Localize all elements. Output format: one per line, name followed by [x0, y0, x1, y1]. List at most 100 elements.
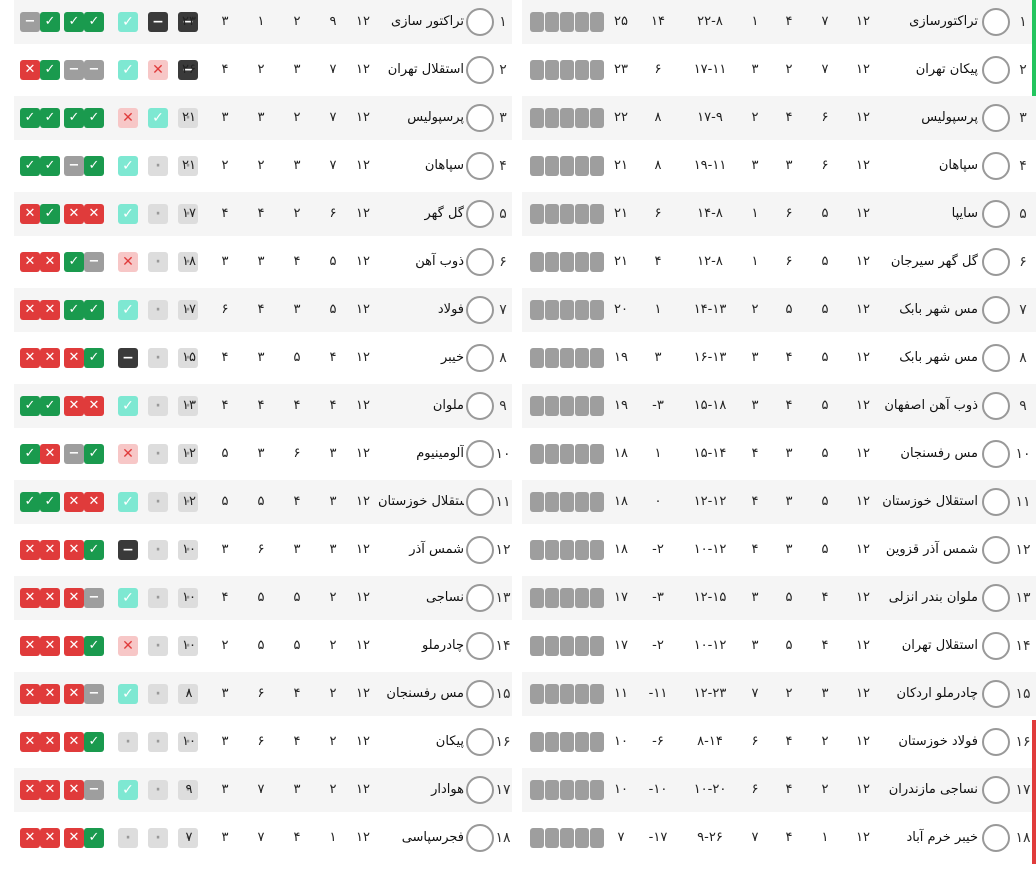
cell-played: ۱۲ — [856, 686, 870, 701]
form-result-badge — [545, 444, 559, 464]
table-row[interactable]: ۲۵ ۱۴ ۲۲-۸ ۱ ۴ ۷ ۱۲ تراکتورسازی ۱ — [522, 0, 1036, 48]
table-row[interactable]: ✕ ✕ ✓ ✓ ✓ · · ۱۷ ۶ ۴ ۳ ۵ ۱۲ فولاد ۷ — [14, 288, 512, 332]
table-row[interactable]: ۱۸ -۲ ۱۰-۱۲ ۴ ۳ ۵ ۱۲ شمس آذر قزوین ۱۲ — [522, 528, 1036, 572]
form-result-badge: ✓ — [84, 12, 104, 32]
table-row[interactable]: ۷ -۱۷ ۹-۲۶ ۷ ۴ ۱ ۱۲ خیبر خرم آباد ۱۸ — [522, 816, 1036, 864]
team-name: پیکان تهران — [915, 62, 978, 77]
team-name: استقلال تهران — [387, 62, 464, 77]
table-row[interactable]: ۱۰ -۶ ۸-۱۴ ۶ ۴ ۲ ۱۲ فولاد خوزستان ۱۶ — [522, 720, 1036, 768]
cell-points: ۲۵ — [614, 14, 628, 29]
team-logo-icon — [982, 776, 1010, 804]
form-result-badge: ✕ — [64, 636, 84, 656]
table-row[interactable]: ۲۳ ۶ ۱۷-۱۱ ۳ ۲ ۷ ۱۲ پیکان تهران ۲ — [522, 48, 1036, 96]
cell-draws: ۲ — [785, 686, 793, 701]
rank-number: ۱۵ — [1015, 686, 1031, 702]
cell-draws: ۶ — [293, 446, 301, 461]
table-row[interactable]: ✕ ✕ ✓ − ✕ · · ۱۸ ۳ ۳ ۴ ۵ ۱۲ ذوب آهن ۶ — [14, 240, 512, 284]
cell-goals: ۱۰-۱۲ — [693, 542, 727, 557]
cell-goals: ۱۲-۲۳ — [693, 686, 727, 701]
table-row[interactable]: ✕ ✕ ✕ − ✓ · · ۸ ۳ ۶ ۴ ۲ ۱۲ مس رفسنجان ۱۵ — [14, 672, 512, 716]
cell-goal-difference: -۱۷ — [648, 830, 668, 845]
cell-losses: ۲ — [751, 302, 759, 317]
form-result-badge — [590, 540, 604, 560]
table-row[interactable]: ✕ ✓ ✕ ✕ ✓ · · ۱۷ ۴ ۴ ۲ ۶ ۱۲ گل گهر ۵ — [14, 192, 512, 236]
table-row[interactable]: ۱۹ ۳ ۱۶-۱۳ ۳ ۴ ۵ ۱۲ مس شهر بابک ۸ — [522, 336, 1036, 380]
rank-number: ۷ — [1019, 302, 1027, 318]
form-result-badge: ✓ — [64, 300, 84, 320]
table-row[interactable]: ۲۰ ۱ ۱۴-۱۳ ۲ ۵ ۵ ۱۲ مس شهر بابک ۷ — [522, 288, 1036, 332]
cell-losses: ۵ — [257, 590, 265, 605]
table-row[interactable]: ۱۹ -۳ ۱۵-۱۸ ۳ ۴ ۵ ۱۲ ذوب آهن اصفهان ۹ — [522, 384, 1036, 428]
team-logo-icon — [466, 8, 494, 36]
table-row[interactable]: ۱۰ -۱۰ ۱۰-۲۰ ۶ ۴ ۲ ۱۲ نساجی مازندران ۱۷ — [522, 768, 1036, 816]
table-row[interactable]: ✕ ✕ ✕ − ✓ · · ۹ ۳ ۷ ۳ ۲ ۱۲ هوادار ۱۷ — [14, 768, 512, 812]
cell-wins: ۱ — [821, 830, 829, 845]
cell-played: ۱۲ — [856, 158, 870, 173]
rank-number: ۱۸ — [1015, 830, 1031, 846]
form-result-badge — [575, 492, 589, 512]
cell-points: ۲۲ — [614, 110, 628, 125]
form-result-badge — [530, 684, 544, 704]
cell-losses: ۱ — [257, 14, 265, 29]
cell-played: ۱۲ — [356, 14, 370, 29]
table-row[interactable]: ۲۱ ۴ ۱۲-۸ ۱ ۶ ۵ ۱۲ گل گهر سیرجان ۶ — [522, 240, 1036, 284]
cell-wins: ۲ — [821, 782, 829, 797]
table-row[interactable]: ۲۱ ۶ ۱۴-۸ ۱ ۶ ۵ ۱۲ سایپا ۵ — [522, 192, 1036, 236]
table-row[interactable]: ✓ ✓ − ✓ ✓ · · ۲۱ ۲ ۲ ۳ ۷ ۱۲ سپاهان ۴ — [14, 144, 512, 188]
cell-goals: ۱۴-۱۳ — [693, 302, 727, 317]
cell-wins: ۵ — [821, 254, 829, 269]
table-row[interactable]: ✕ ✕ ✕ − ✓ · · ۱۰ ۴ ۵ ۵ ۲ ۱۲ نساجی ۱۳ — [14, 576, 512, 620]
table-row[interactable]: ✕ ✕ ✕ ✓ − · · ۱۵ ۴ ۳ ۵ ۴ ۱۲ خیبر ۸ — [14, 336, 512, 380]
form-result-badge: ✕ — [40, 252, 60, 272]
table-row[interactable]: ۱۸ ۰ ۱۲-۱۲ ۴ ۳ ۵ ۱۲ استقلال خوزستان ۱۱ — [522, 480, 1036, 524]
team-logo-icon — [466, 344, 494, 372]
table-row[interactable]: ✕ ✕ ✕ ✓ · · · ۷ ۳ ۷ ۴ ۱ ۱۲ فجرسپاسی ۱۸ — [14, 816, 512, 860]
form-result-badge: ✕ — [84, 492, 104, 512]
table-row[interactable]: − ✓ ✓ ✓ ✓ − −۲۳ ۳ ۱ ۲ ۹ ۱۲ تراکتور سازی ۱ — [14, 0, 512, 44]
table-row[interactable]: ✕ ✕ ✕ ✓ · · · ۱۰ ۳ ۶ ۴ ۲ ۱۲ پیکان ۱۶ — [14, 720, 512, 764]
team-name: نساجی مازندران — [888, 782, 978, 797]
table-row[interactable]: ۲۱ ۸ ۱۹-۱۱ ۳ ۳ ۶ ۱۲ سپاهان ۴ — [522, 144, 1036, 188]
cell-points: ۲۰ — [614, 302, 628, 317]
form-result-badge — [545, 300, 559, 320]
form-result-badge — [575, 588, 589, 608]
cell-wins: ۷ — [329, 158, 337, 173]
form-result-badge — [545, 108, 559, 128]
cell-goals-for: ۴ — [221, 590, 229, 605]
team-name: ذوب آهن اصفهان — [884, 398, 978, 413]
cell-played: ۱۲ — [356, 734, 370, 749]
table-row[interactable]: ۱۱ -۱۱ ۱۲-۲۳ ۷ ۲ ۳ ۱۲ چادرملو اردکان ۱۵ — [522, 672, 1036, 716]
table-row[interactable]: ✓ ✓ ✓ ✓ ✕ ✓ · ۲۱ ۳ ۳ ۲ ۷ ۱۲ پرسپولیس ۳ — [14, 96, 512, 140]
table-row[interactable]: ✕ ✓ − − ✓ ✕ −۲۶ ۴ ۲ ۳ ۷ ۱۲ استقلال تهران ۲ — [14, 48, 512, 92]
cell-draws: ۵ — [293, 350, 301, 365]
form-result-badge: ✕ — [64, 348, 84, 368]
table-row[interactable]: ۱۸ ۱ ۱۵-۱۴ ۴ ۳ ۵ ۱۲ مس رفسنجان ۱۰ — [522, 432, 1036, 476]
form-result-badge — [590, 444, 604, 464]
cell-losses: ۳ — [751, 590, 759, 605]
form-result-badge: ✓ — [118, 300, 138, 320]
table-row[interactable]: ۱۷ -۲ ۱۰-۱۲ ۳ ۵ ۴ ۱۲ استقلال تهران ۱۴ — [522, 624, 1036, 668]
table-row[interactable]: ۱۷ -۳ ۱۲-۱۵ ۳ ۵ ۴ ۱۲ ملوان بندر انزلی ۱۳ — [522, 576, 1036, 620]
cell-goal-difference: ۸ — [654, 110, 662, 125]
form-result-badge — [575, 300, 589, 320]
form-result-badge: ✕ — [64, 540, 84, 560]
table-row[interactable]: ✓✓✕✕✓··۱۲۵۵۴۳۱۲استقلال خوزستان۱۱ — [14, 480, 512, 524]
cell-draws: ۶ — [785, 254, 793, 269]
team-logo-icon — [466, 392, 494, 420]
team-logo-icon — [982, 56, 1010, 84]
cell-goals: ۱۴-۸ — [697, 206, 723, 221]
cell-goals: ۱۶-۱۳ — [693, 350, 727, 365]
form-result-badge: ✓ — [118, 396, 138, 416]
cell-played: ۱۲ — [856, 830, 870, 845]
form-result-badge — [590, 348, 604, 368]
form-result-badge: ✓ — [118, 588, 138, 608]
table-row[interactable]: ✓ ✓ ✕ ✕ ✓ · · ۱۳ ۴ ۴ ۴ ۴ ۱۲ ملوان ۹ — [14, 384, 512, 428]
table-row[interactable]: ✕ ✕ ✕ ✓ ✕ · · ۱۰ ۲ ۵ ۵ ۲ ۱۲ چادرملو ۱۴ — [14, 624, 512, 668]
cell-wins: ۲ — [329, 734, 337, 749]
cell-wins: ۶ — [821, 158, 829, 173]
form-result-badge — [545, 60, 559, 80]
table-row[interactable]: ✓ ✕ − ✓ ✕ · · ۱۲ ۵ ۳ ۶ ۳ ۱۲ آلومینیوم ۱۰ — [14, 432, 512, 476]
rank-number: ۲ — [499, 62, 507, 78]
table-row[interactable]: ۲۲ ۸ ۱۷-۹ ۲ ۴ ۶ ۱۲ پرسپولیس ۳ — [522, 96, 1036, 140]
table-row[interactable]: ✕ ✕ ✕ ✓ − · · ۱۰ ۳ ۶ ۳ ۳ ۱۲ شمس آذر ۱۲ — [14, 528, 512, 572]
